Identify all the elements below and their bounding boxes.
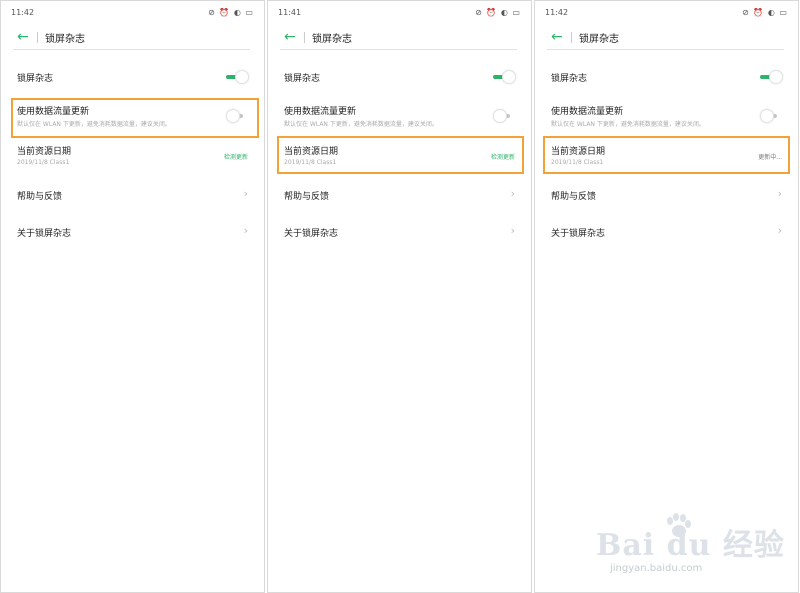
watermark-url: jingyan.baidu.com bbox=[610, 563, 703, 574]
status-bar: 11:42 ⊘ ⏰ ◐ ▭ bbox=[545, 8, 788, 20]
status-icons: ⊘ ⏰ ◐ ▭ bbox=[742, 8, 788, 17]
current-resource-row[interactable]: 当前资源日期 2019/11/8 Class1 检测更新 bbox=[17, 143, 248, 171]
page-title: 锁屏杂志 bbox=[312, 34, 352, 45]
mobile-data-update-switch[interactable] bbox=[493, 109, 515, 123]
back-arrow-icon[interactable]: ← bbox=[551, 29, 567, 45]
phone-screen-1: 11:42 ⊘ ⏰ ◐ ▭ ← 锁屏杂志 锁屏杂志 使用数据流量更新 默认仅在 … bbox=[0, 0, 265, 593]
help-feedback-label: 帮助与反馈 bbox=[17, 192, 63, 202]
help-feedback-row[interactable]: 帮助与反馈 › bbox=[284, 187, 515, 203]
phone-screen-2: 11:41 ⊘ ⏰ ◐ ▭ ← 锁屏杂志 锁屏杂志 使用数据流量更新 默认仅在 … bbox=[267, 0, 532, 593]
header-underline bbox=[13, 49, 250, 50]
about-row[interactable]: 关于锁屏杂志 › bbox=[284, 224, 515, 240]
header-underline bbox=[280, 49, 517, 50]
chevron-right-icon: › bbox=[510, 224, 515, 237]
highlight-box bbox=[543, 136, 790, 174]
about-row[interactable]: 关于锁屏杂志 › bbox=[17, 224, 248, 240]
chevron-right-icon: › bbox=[777, 224, 782, 237]
status-time: 11:42 bbox=[11, 8, 35, 17]
back-arrow-icon[interactable]: ← bbox=[17, 29, 33, 45]
check-update-button[interactable]: 检测更新 bbox=[224, 152, 248, 161]
status-bar: 11:41 ⊘ ⏰ ◐ ▭ bbox=[278, 8, 521, 20]
mobile-data-update-row[interactable]: 使用数据流量更新 默认仅在 WLAN 下更新，避免消耗数据流量，建议关闭。 bbox=[284, 103, 515, 131]
help-feedback-row[interactable]: 帮助与反馈 › bbox=[551, 187, 782, 203]
about-label: 关于锁屏杂志 bbox=[551, 229, 606, 239]
header-underline bbox=[547, 49, 784, 50]
chevron-right-icon: › bbox=[777, 187, 782, 200]
mobile-data-update-label: 使用数据流量更新 bbox=[551, 107, 624, 117]
status-icons: ⊘ ⏰ ◐ ▭ bbox=[475, 8, 521, 17]
status-bar: 11:42 ⊘ ⏰ ◐ ▭ bbox=[11, 8, 254, 20]
help-feedback-row[interactable]: 帮助与反馈 › bbox=[17, 187, 248, 203]
header-divider bbox=[37, 32, 38, 43]
paw-icon bbox=[667, 513, 691, 537]
lockscreen-magazine-label: 锁屏杂志 bbox=[551, 74, 588, 84]
status-time: 11:41 bbox=[278, 8, 302, 17]
mobile-data-update-label: 使用数据流量更新 bbox=[284, 107, 357, 117]
help-feedback-label: 帮助与反馈 bbox=[551, 192, 597, 202]
header-divider bbox=[571, 32, 572, 43]
lockscreen-magazine-switch[interactable] bbox=[760, 70, 783, 84]
header-divider bbox=[304, 32, 305, 43]
chevron-right-icon: › bbox=[243, 224, 248, 237]
phone-screen-3: 11:42 ⊘ ⏰ ◐ ▭ ← 锁屏杂志 锁屏杂志 使用数据流量更新 默认仅在 … bbox=[534, 0, 799, 593]
about-label: 关于锁屏杂志 bbox=[284, 229, 339, 239]
about-label: 关于锁屏杂志 bbox=[17, 229, 72, 239]
chevron-right-icon: › bbox=[510, 187, 515, 200]
about-row[interactable]: 关于锁屏杂志 › bbox=[551, 224, 782, 240]
mobile-data-update-switch[interactable] bbox=[760, 109, 782, 123]
lockscreen-magazine-row[interactable]: 锁屏杂志 bbox=[17, 69, 249, 85]
highlight-box bbox=[11, 98, 259, 138]
lockscreen-magazine-label: 锁屏杂志 bbox=[17, 74, 54, 84]
current-resource-date: 2019/11/8 Class1 bbox=[17, 159, 70, 166]
mobile-data-update-row[interactable]: 使用数据流量更新 默认仅在 WLAN 下更新，避免消耗数据流量，建议关闭。 bbox=[551, 103, 782, 131]
mobile-data-update-desc: 默认仅在 WLAN 下更新，避免消耗数据流量，建议关闭。 bbox=[551, 121, 705, 128]
status-icons: ⊘ ⏰ ◐ ▭ bbox=[208, 8, 254, 17]
chevron-right-icon: › bbox=[243, 187, 248, 200]
lockscreen-magazine-label: 锁屏杂志 bbox=[284, 74, 321, 84]
help-feedback-label: 帮助与反馈 bbox=[284, 192, 330, 202]
current-resource-label: 当前资源日期 bbox=[17, 147, 72, 157]
highlight-box bbox=[277, 136, 524, 174]
baidu-jingyan-watermark: Bai du 经验 jingyan.baidu.com bbox=[590, 508, 790, 583]
page-title: 锁屏杂志 bbox=[45, 34, 85, 45]
lockscreen-magazine-switch[interactable] bbox=[493, 70, 516, 84]
back-arrow-icon[interactable]: ← bbox=[284, 29, 300, 45]
page-title: 锁屏杂志 bbox=[579, 34, 619, 45]
status-time: 11:42 bbox=[545, 8, 569, 17]
lockscreen-magazine-switch[interactable] bbox=[226, 70, 249, 84]
lockscreen-magazine-row[interactable]: 锁屏杂志 bbox=[551, 69, 783, 85]
lockscreen-magazine-row[interactable]: 锁屏杂志 bbox=[284, 69, 516, 85]
mobile-data-update-desc: 默认仅在 WLAN 下更新，避免消耗数据流量，建议关闭。 bbox=[284, 121, 438, 128]
